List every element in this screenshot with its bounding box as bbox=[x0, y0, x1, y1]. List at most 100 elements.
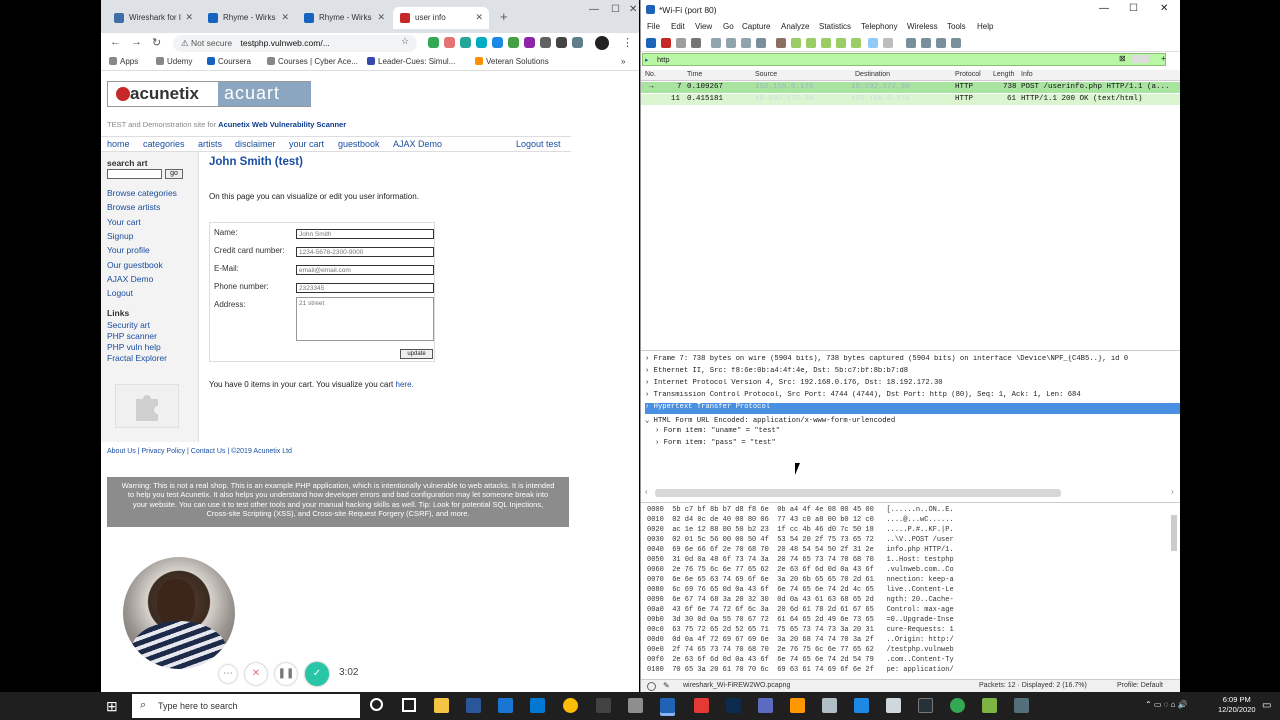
menu-wireless[interactable]: Wireless bbox=[907, 22, 938, 31]
hex-row[interactable]: 0030 02 01 5c 56 00 00 50 4f 53 54 20 2f… bbox=[647, 536, 954, 546]
hex-row[interactable]: 0000 5b c7 bf 8b b7 d8 f8 6e 0b a4 4f 4e… bbox=[647, 506, 954, 516]
hex-row[interactable]: 00b0 3d 30 0d 0a 55 70 67 72 61 64 65 2d… bbox=[647, 616, 954, 626]
chrome-icon[interactable] bbox=[950, 698, 965, 713]
col-no[interactable]: No. bbox=[645, 71, 656, 78]
search-go-button[interactable]: go bbox=[165, 169, 183, 179]
detail-frame[interactable]: › Frame 7: 738 bytes on wire (5904 bits)… bbox=[645, 355, 1180, 366]
menu-capture[interactable]: Capture bbox=[742, 22, 770, 31]
start-capture-icon[interactable] bbox=[646, 38, 656, 48]
nav-disclaimer[interactable]: disclaimer bbox=[235, 139, 276, 149]
minimize-icon[interactable]: — bbox=[1099, 3, 1109, 14]
file-explorer-icon[interactable] bbox=[434, 698, 449, 713]
hex-row[interactable]: 0090 6e 67 74 68 3a 20 32 30 0d 0a 43 61… bbox=[647, 596, 954, 606]
detail-ethernet[interactable]: › Ethernet II, Src: f8:6e:0b:a4:4f:4e, D… bbox=[645, 367, 1180, 378]
bookmark-leader-cues[interactable]: Leader-Cues: Simul... bbox=[367, 57, 455, 66]
search-input[interactable] bbox=[107, 169, 162, 179]
scroll-left-icon[interactable]: ‹ bbox=[645, 487, 648, 496]
windows-start-icon[interactable]: ⊞ bbox=[106, 698, 118, 715]
omnibox[interactable]: ⚠ Not secure testphp.vulnweb.com/... bbox=[173, 35, 417, 52]
cortana-icon[interactable] bbox=[370, 698, 383, 711]
hex-row[interactable]: 00f0 2e 63 6f 6d 0d 0a 43 6f 6e 74 65 6e… bbox=[647, 656, 954, 666]
sidebar-signup[interactable]: Signup bbox=[107, 231, 133, 241]
normal-size-icon[interactable] bbox=[936, 38, 946, 48]
col-info[interactable]: Info bbox=[1021, 71, 1033, 78]
acunetix-logo[interactable]: acunetix acuart bbox=[107, 81, 311, 107]
app-icon[interactable] bbox=[886, 698, 901, 713]
extension-icon[interactable] bbox=[428, 37, 439, 48]
menu-go[interactable]: Go bbox=[723, 22, 734, 31]
zoom-out-icon[interactable] bbox=[921, 38, 931, 48]
clear-filter-icon[interactable]: ⊠ bbox=[1119, 54, 1126, 63]
find-packet-icon[interactable] bbox=[776, 38, 786, 48]
hex-row[interactable]: 0020 ac 1e 12 88 00 50 b2 23 1f cc 4b 46… bbox=[647, 526, 954, 536]
app-icon[interactable] bbox=[822, 698, 837, 713]
extension-icon[interactable] bbox=[508, 37, 519, 48]
col-destination[interactable]: Destination bbox=[855, 71, 890, 78]
menu-analyze[interactable]: Analyze bbox=[781, 22, 809, 31]
menu-file[interactable]: File bbox=[647, 22, 660, 31]
save-file-icon[interactable] bbox=[726, 38, 736, 48]
minimize-icon[interactable]: — bbox=[589, 4, 599, 15]
close-icon[interactable]: ✕ bbox=[185, 12, 193, 23]
close-window-icon[interactable]: ✕ bbox=[629, 4, 637, 15]
puzzle-icon[interactable] bbox=[556, 37, 567, 48]
extension-icon[interactable] bbox=[572, 37, 583, 48]
go-forward-icon[interactable] bbox=[806, 38, 816, 48]
stop-capture-icon[interactable] bbox=[661, 38, 671, 48]
hex-row[interactable]: 0050 31 0d 0a 48 6f 73 74 3a 20 74 65 73… bbox=[647, 556, 954, 566]
extension-icon[interactable] bbox=[476, 37, 487, 48]
hex-row[interactable]: 0070 6e 6e 65 63 74 69 6f 6e 3a 20 6b 65… bbox=[647, 576, 954, 586]
recent-filters-icon[interactable] bbox=[1132, 55, 1150, 63]
resize-columns-icon[interactable] bbox=[951, 38, 961, 48]
col-source[interactable]: Source bbox=[755, 71, 777, 78]
reload-file-icon[interactable] bbox=[756, 38, 766, 48]
menu-help[interactable]: Help bbox=[977, 22, 993, 31]
scroll-right-icon[interactable]: › bbox=[1171, 487, 1174, 496]
link-fractal-explorer[interactable]: Fractal Explorer bbox=[107, 353, 167, 363]
hex-row[interactable]: 0010 02 d4 0c de 40 00 80 06 77 43 c0 a8… bbox=[647, 516, 954, 526]
sidebar-browse-categories[interactable]: Browse categories bbox=[107, 188, 177, 198]
menu-tools[interactable]: Tools bbox=[947, 22, 966, 31]
hex-row[interactable]: 0060 2e 76 75 6c 6e 77 65 62 2e 63 6f 6d… bbox=[647, 566, 954, 576]
add-filter-icon[interactable]: + bbox=[1161, 54, 1166, 63]
menu-telephony[interactable]: Telephony bbox=[861, 22, 897, 31]
close-icon[interactable]: ✕ bbox=[281, 12, 289, 23]
first-packet-icon[interactable] bbox=[836, 38, 846, 48]
app-icon[interactable] bbox=[982, 698, 997, 713]
credit-card-field[interactable]: 1234-5678-2300-9000 bbox=[296, 247, 434, 257]
hex-row[interactable]: 00c0 63 75 72 65 2d 52 65 71 75 65 73 74… bbox=[647, 626, 954, 636]
app-icon[interactable] bbox=[790, 698, 805, 713]
close-file-icon[interactable] bbox=[741, 38, 751, 48]
col-protocol[interactable]: Protocol bbox=[955, 71, 981, 78]
bookmark-apps[interactable]: Apps bbox=[109, 57, 138, 66]
address-field[interactable]: 21 street bbox=[296, 297, 434, 341]
terminal-icon[interactable] bbox=[918, 698, 933, 713]
sidebar-browse-artists[interactable]: Browse artists bbox=[107, 202, 160, 212]
zoom-in-icon[interactable] bbox=[906, 38, 916, 48]
sidebar-your-cart[interactable]: Your cart bbox=[107, 217, 141, 227]
vertical-scrollbar[interactable] bbox=[1171, 515, 1177, 551]
maximize-icon[interactable]: ☐ bbox=[611, 4, 620, 15]
wireshark-taskbar-icon[interactable] bbox=[660, 698, 675, 713]
colorize-icon[interactable] bbox=[883, 38, 893, 48]
nav-artists[interactable]: artists bbox=[198, 139, 222, 149]
close-icon[interactable]: ✕ bbox=[475, 12, 483, 23]
email-field[interactable]: email@email.com bbox=[296, 265, 434, 275]
mail-icon[interactable] bbox=[498, 698, 513, 713]
kebab-menu-icon[interactable]: ⋮ bbox=[622, 36, 633, 49]
table-row[interactable]: → 7 0.109267 192.168.0.176 18.192.172.30… bbox=[641, 82, 1180, 93]
tab-rhyme-1[interactable]: Rhyme - Wirks ✕ bbox=[201, 7, 295, 29]
col-time[interactable]: Time bbox=[687, 71, 702, 78]
app-icon[interactable] bbox=[596, 698, 611, 713]
tab-user-info[interactable]: user info ✕ bbox=[393, 7, 489, 29]
go-to-packet-icon[interactable] bbox=[821, 38, 831, 48]
detail-tcp[interactable]: › Transmission Control Protocol, Src Por… bbox=[645, 391, 1180, 402]
nav-categories[interactable]: categories bbox=[143, 139, 185, 149]
bookmarks-more-icon[interactable]: » bbox=[621, 57, 625, 66]
tab-rhyme-2[interactable]: Rhyme - Wirks ✕ bbox=[297, 7, 391, 29]
photoshop-icon[interactable] bbox=[726, 698, 741, 713]
link-php-vuln-help[interactable]: PHP vuln help bbox=[107, 342, 161, 352]
more-icon[interactable]: ⋯ bbox=[219, 665, 237, 683]
taskbar-clock[interactable]: 6:09 PM 12/20/2020 bbox=[1218, 695, 1256, 715]
nav-your-cart[interactable]: your cart bbox=[289, 139, 324, 149]
